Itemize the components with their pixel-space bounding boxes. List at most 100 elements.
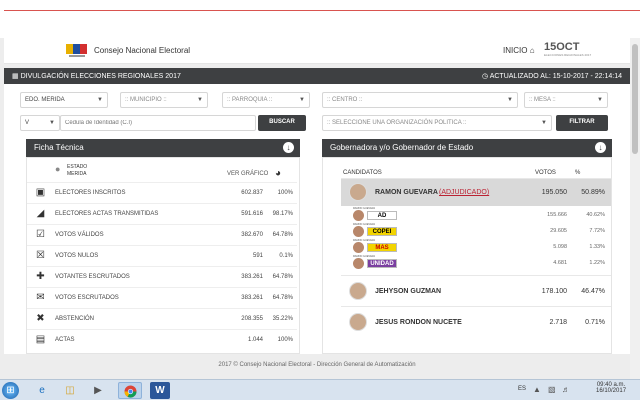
municipio-select[interactable]: :: MUNICIPIO :: ▼: [120, 92, 208, 108]
ficha-row: ☑ VOTOS VÁLIDOS 382.670 64.78%: [27, 224, 297, 244]
ficha-row-value: 383.261: [241, 295, 263, 301]
arrow-down-circle-icon[interactable]: ↓: [595, 142, 606, 153]
buscar-button[interactable]: BUSCAR: [258, 115, 306, 131]
parroquia-select-value: :: PARROQUIA ::: [227, 97, 273, 103]
candidate-row[interactable]: JEHYSON GUZMAN 178.100 46.47%: [341, 275, 611, 305]
party-votes: 29.605: [550, 228, 567, 234]
ficha-tecnica-header[interactable]: Ficha Técnica ↓: [26, 139, 300, 157]
ficha-row: ☒ VOTOS NULOS 591 0.1%: [27, 245, 297, 265]
ficha-row-label: VOTANTES ESCRUTADOS: [55, 274, 130, 280]
ficha-row-pct: 64.78%: [272, 232, 293, 238]
candidate-pct: 50.89%: [581, 189, 605, 196]
start-button[interactable]: ⊞: [2, 382, 19, 399]
nav-inicio-link[interactable]: INICIO ⌂: [503, 46, 535, 55]
ficha-row: ✖ ABSTENCIÓN 208.355 35.22%: [27, 308, 297, 328]
cedula-input[interactable]: [60, 115, 256, 131]
mesa-select[interactable]: :: MESA :: ▼: [524, 92, 608, 108]
main-content: EDO. MERIDA ▼ :: MUNICIPIO :: ▼ :: PARRO…: [4, 84, 630, 354]
filtrar-button[interactable]: FILTRAR: [556, 115, 608, 131]
updated-at-text: ACTUALIZADO AL: 15-10-2017 - 22:14:14: [489, 73, 622, 80]
word-icon[interactable]: W: [150, 382, 170, 399]
organizacion-select[interactable]: :: SELECCIONE UNA ORGANIZACIÓN POLITICA …: [322, 115, 552, 131]
estado-label: ESTADO: [67, 164, 88, 170]
ficha-row: ✚ VOTANTES ESCRUTADOS 383.261 64.78%: [27, 266, 297, 286]
ficha-row: ▤ ACTAS 1.044 100%: [27, 329, 297, 349]
estado-select[interactable]: EDO. MERIDA ▼: [20, 92, 108, 108]
page-title-text: DIVULGACIÓN ELECCIONES REGIONALES 2017: [20, 73, 181, 80]
candidate-votes: 2.718: [549, 319, 567, 326]
party-row[interactable]: RAMON GUEVARA COPEI 29.605 7.72%: [341, 223, 611, 239]
ficha-row-label: ACTAS: [55, 337, 75, 343]
mesa-select-value: :: MESA ::: [529, 97, 556, 103]
ficha-row: ✉ VOTOS ESCRUTADOS 383.261 64.78%: [27, 287, 297, 307]
party-pct: 40.62%: [586, 212, 605, 218]
ver-grafico-link[interactable]: VER GRÁFICO: [227, 171, 268, 177]
header-red-line: [4, 10, 640, 11]
ficha-row-pct: 100%: [277, 190, 293, 196]
ficha-row-pct: 64.78%: [272, 274, 293, 280]
language-indicator[interactable]: ES: [518, 386, 526, 392]
candidate-row-winner[interactable]: RAMON GUEVARA (ADJUDICADO) 195.050 50.89…: [341, 178, 611, 206]
party-row[interactable]: RAMON GUEVARA MAS 5.098 1.33%: [341, 239, 611, 255]
candidate-photo: [349, 313, 367, 331]
candidate-thumb: [353, 226, 364, 237]
ficha-row-label: VOTOS NULOS: [55, 253, 99, 259]
party-votes: 155.666: [547, 212, 567, 218]
ficha-row-pct: 0.1%: [279, 253, 293, 259]
network-icon[interactable]: ▧: [548, 385, 556, 394]
ficha-row-pct: 64.78%: [272, 295, 293, 301]
event-logo: 15OCT: [544, 41, 580, 53]
site-header: Consejo Nacional Electoral INICIO ⌂ 15OC…: [4, 38, 636, 64]
volume-icon[interactable]: ♬: [562, 385, 570, 394]
scrollbar-thumb[interactable]: [632, 44, 638, 154]
nacionalidad-select[interactable]: V ▼: [20, 115, 60, 131]
tray-up-icon[interactable]: ▲: [533, 385, 541, 394]
x-icon: ☒: [36, 250, 45, 261]
candidate-votes: 195.050: [541, 189, 567, 196]
page-title: ▦ DIVULGACIÓN ELECCIONES REGIONALES 2017: [12, 72, 181, 80]
ficha-row-label: VOTOS VÁLIDOS: [55, 232, 104, 238]
media-player-icon[interactable]: ▶: [86, 382, 110, 399]
chevron-down-icon: ▼: [49, 120, 55, 126]
party-pct: 1.22%: [589, 260, 605, 266]
pie-chart-icon[interactable]: ◕: [275, 168, 281, 179]
ficha-row-pct: 98.17%: [272, 211, 293, 217]
nav-inicio-label: INICIO: [503, 46, 528, 55]
ficha-row-value: 382.670: [241, 232, 263, 238]
party-pct: 1.33%: [589, 244, 605, 250]
col-votos: VOTOS: [535, 170, 556, 176]
chrome-icon[interactable]: [118, 382, 142, 399]
candidate-thumb: [353, 242, 364, 253]
ficha-row-label: ABSTENCIÓN: [55, 316, 95, 322]
party-row[interactable]: RAMON GUEVARA UNIDAD 4.681 1.22%: [341, 255, 611, 271]
ficha-row-label: VOTOS ESCRUTADOS: [55, 295, 119, 301]
clock[interactable]: 09:40 a.m. 16/10/2017: [596, 382, 626, 394]
candidate-thumb: [353, 258, 364, 269]
home-icon: ⌂: [529, 46, 535, 55]
ficha-tecnica-title: Ficha Técnica: [34, 143, 84, 152]
ie-icon[interactable]: e: [30, 382, 54, 399]
candidate-name: RAMON GUEVARA: [375, 189, 438, 196]
rss-icon: ◢: [36, 208, 45, 219]
folder-icon[interactable]: ◫: [58, 382, 82, 399]
ficha-row-value: 602.837: [241, 190, 263, 196]
chevron-down-icon: ▼: [197, 97, 203, 103]
parroquia-select[interactable]: :: PARROQUIA :: ▼: [222, 92, 310, 108]
candidate-votes: 178.100: [541, 288, 567, 295]
centro-select[interactable]: :: CENTRO :: ▼: [322, 92, 518, 108]
arrow-down-circle-icon[interactable]: ↓: [283, 142, 294, 153]
chevron-down-icon: ▼: [97, 97, 103, 103]
candidate-row[interactable]: JESUS RONDON NUCETE 2.718 0.71%: [341, 306, 611, 336]
cne-logo[interactable]: [65, 42, 89, 60]
candidate-photo: [349, 282, 367, 300]
party-votes: 4.681: [553, 260, 567, 266]
gobernador-header[interactable]: Gobernadora y/o Gobernador de Estado ↓: [322, 139, 612, 157]
col-pct: %: [575, 170, 581, 176]
party-logo: COPEI: [367, 227, 397, 236]
party-logo: AD: [367, 211, 397, 220]
adjudicado-tag: (ADJUDICADO): [439, 189, 490, 196]
candidate-pct: 0.71%: [585, 319, 605, 326]
party-row[interactable]: RAMON GUEVARA AD 155.666 40.62%: [341, 207, 611, 223]
scrollbar[interactable]: [630, 38, 640, 379]
user-icon: ▣: [35, 187, 46, 198]
